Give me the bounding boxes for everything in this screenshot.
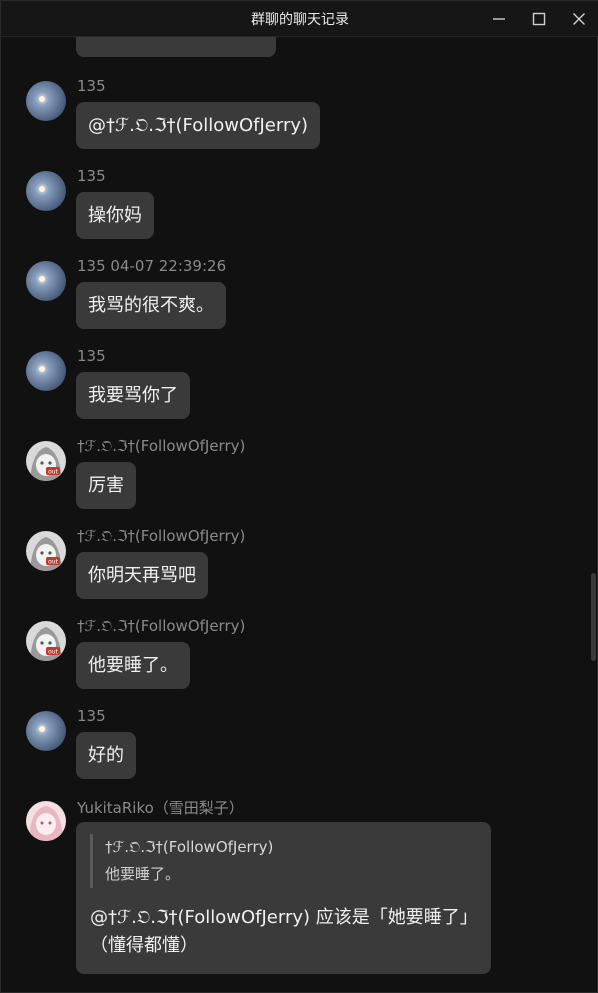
avatar-sky-icon (26, 171, 66, 211)
sender-name: 135 (77, 167, 106, 185)
minimize-button[interactable] (479, 1, 519, 37)
sender-name: 135 (77, 707, 106, 725)
avatar-sky-icon (26, 81, 66, 121)
avatar[interactable] (26, 711, 66, 751)
avatar-anime-pink-icon (26, 801, 66, 841)
avatar-sky-icon (26, 261, 66, 301)
message-bubble[interactable]: †ℱ.𝔒.ℑ†(FollowOfJerry) 他要睡了。 @†ℱ.𝔒.ℑ†(Fo… (76, 822, 491, 974)
minimize-icon (493, 18, 505, 20)
message-bubble[interactable]: @†ℱ.𝔒.ℑ†(FollowOfJerry) (76, 102, 321, 149)
message-bubble[interactable]: 他要睡了。 (76, 642, 190, 689)
sender-name: †ℱ.𝔒.ℑ†(FollowOfJerry) (77, 617, 246, 635)
svg-text:out: out (48, 469, 58, 476)
sender-name: †ℱ.𝔒.ℑ†(FollowOfJerry) (77, 437, 246, 455)
message-bubble[interactable]: 操你妈 (76, 192, 154, 239)
sender-name: 135 (77, 77, 106, 95)
avatar[interactable] (26, 81, 66, 121)
avatar[interactable]: out (26, 441, 66, 481)
quoted-text: 他要睡了。 (105, 865, 181, 883)
avatar[interactable] (26, 261, 66, 301)
message-bubble[interactable]: 厉害 (76, 462, 136, 509)
close-icon (573, 13, 585, 25)
avatar[interactable]: out (26, 621, 66, 661)
avatar-sky-icon (26, 711, 66, 751)
avatar-sky-icon (26, 351, 66, 391)
avatar-anime-grey-icon: out (26, 531, 66, 571)
scrollbar-thumb[interactable] (591, 573, 596, 661)
message-bubble-partial[interactable] (76, 37, 276, 57)
sender-name-with-timestamp: 135 04-07 22:39:26 (77, 257, 227, 275)
chat-history-window: 群聊的聊天记录 135 @†ℱ.𝔒.ℑ†(FollowOfJerry) 135 … (0, 0, 598, 993)
quoted-sender-name: †ℱ.𝔒.ℑ†(FollowOfJerry) (105, 838, 274, 856)
avatar-anime-grey-icon: out (26, 441, 66, 481)
message-list[interactable]: 135 @†ℱ.𝔒.ℑ†(FollowOfJerry) 135 操你妈 135 … (1, 37, 591, 993)
avatar[interactable] (26, 801, 66, 841)
maximize-icon (532, 12, 546, 26)
message-bubble[interactable]: 我要骂你了 (76, 372, 190, 419)
avatar[interactable] (26, 171, 66, 211)
reply-text: @†ℱ.𝔒.ℑ†(FollowOfJerry) 应该是「她要睡了」（懂得都懂） (90, 907, 469, 956)
message-bubble[interactable]: 你明天再骂吧 (76, 552, 208, 599)
maximize-button[interactable] (519, 1, 559, 37)
avatar-anime-grey-icon: out (26, 621, 66, 661)
sender-name: †ℱ.𝔒.ℑ†(FollowOfJerry) (77, 527, 246, 545)
message-bubble[interactable]: 好的 (76, 732, 136, 779)
message-bubble[interactable]: 我骂的很不爽。 (76, 282, 226, 329)
svg-text:out: out (48, 649, 58, 656)
title-bar[interactable]: 群聊的聊天记录 (1, 1, 598, 37)
svg-text:out: out (48, 559, 58, 566)
quoted-message[interactable]: †ℱ.𝔒.ℑ†(FollowOfJerry) 他要睡了。 (90, 834, 477, 888)
close-button[interactable] (559, 1, 598, 37)
window-controls (479, 1, 598, 37)
sender-name: 135 (77, 347, 106, 365)
window-title: 群聊的聊天记录 (251, 11, 349, 28)
avatar[interactable] (26, 351, 66, 391)
avatar[interactable]: out (26, 531, 66, 571)
sender-name: YukitaRiko（雪田梨子） (77, 799, 244, 817)
